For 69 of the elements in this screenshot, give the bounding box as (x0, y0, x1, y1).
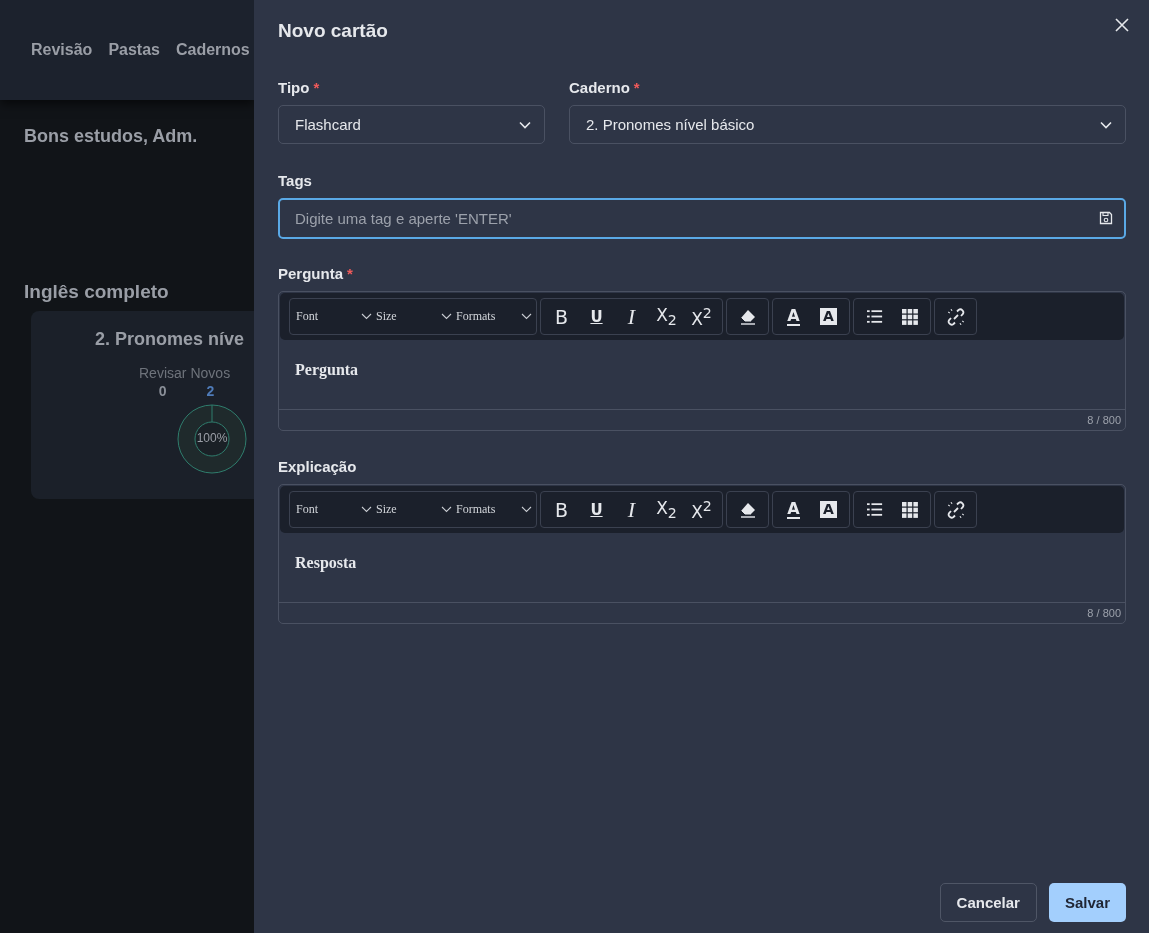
chevron-down-icon (361, 506, 372, 513)
field-label: Tags (278, 172, 312, 189)
field-label: Tipo (278, 79, 310, 96)
cancel-button[interactable]: Cancelar (939, 883, 1037, 922)
toolbar-dropdown[interactable]: Formats (456, 309, 536, 324)
toolbar-dropdown[interactable]: Size (376, 502, 456, 517)
greeting: Bons estudos, Adm. (24, 126, 199, 147)
chevron-down-icon (441, 506, 452, 513)
grid-icon (901, 501, 918, 518)
drawer-title: Novo cartão (278, 20, 388, 42)
highlight-color-button[interactable]: A (811, 494, 846, 525)
eraser-icon (738, 308, 757, 325)
save-button[interactable]: Salvar (1048, 883, 1126, 922)
broken-link-icon (946, 307, 965, 326)
character-counter: 8 / 800 (1087, 414, 1121, 426)
stat-label: Novos (190, 365, 231, 381)
character-counter: 8 / 800 (1087, 607, 1121, 619)
toolbar-dropdown[interactable]: Font (296, 502, 376, 517)
required-mark: * (313, 79, 320, 96)
tag-input-field[interactable]: Digite uma tag e aperte 'ENTER' (278, 198, 1126, 239)
nav-link[interactable]: Cadernos (175, 41, 250, 59)
required-mark: * (633, 79, 640, 96)
notebook-select[interactable]: 2. Pronomes nível básico (569, 105, 1126, 144)
progress-donut (176, 403, 248, 475)
bold-button[interactable]: B (544, 494, 579, 525)
underline-button[interactable]: U (579, 494, 614, 525)
broken-link-icon (946, 500, 965, 519)
toolbar-dropdown[interactable]: Formats (456, 502, 536, 517)
ordered-list-icon (866, 309, 883, 324)
chevron-down-icon (521, 313, 532, 320)
superscript-button[interactable]: X$^{2}$ (684, 301, 719, 332)
eraser-icon (738, 501, 757, 518)
field-label: Explicação (278, 458, 357, 475)
chevron-down-icon (519, 120, 531, 129)
field-label: Caderno (569, 79, 630, 96)
nav-link[interactable]: Revisão (31, 41, 93, 59)
chevron-down-icon (441, 313, 452, 320)
progress-label: 100% (195, 431, 229, 445)
text-color-button[interactable]: A (776, 301, 811, 332)
grid-icon (901, 308, 918, 325)
subscript-button[interactable]: X$_{2}$ (649, 301, 684, 332)
underline-button[interactable]: U (579, 301, 614, 332)
subscript-button[interactable]: X$_{2}$ (649, 494, 684, 525)
text-color-button[interactable]: A (776, 494, 811, 525)
deck-title: 2. Pronomes níve (94, 329, 246, 350)
chevron-down-icon (361, 313, 372, 320)
toolbar-dropdown[interactable]: Font (296, 309, 376, 324)
nav-link[interactable]: Pastas (108, 41, 160, 59)
chevron-down-icon (521, 506, 532, 513)
highlight-color-button[interactable]: A (811, 301, 846, 332)
editor-text[interactable]: Resposta (295, 554, 357, 571)
toolbar-dropdown[interactable]: Size (376, 309, 456, 324)
italic-button[interactable]: I (614, 301, 649, 332)
stat-label: Revisar (139, 365, 187, 381)
type-select[interactable]: Flashcard (278, 105, 545, 144)
editor-text[interactable]: Pergunta (295, 361, 359, 378)
field-label: Pergunta (278, 265, 343, 282)
chevron-down-icon (1100, 120, 1112, 129)
stat-value: 0 (158, 383, 167, 399)
ordered-list-icon (866, 502, 883, 517)
close-icon[interactable] (1115, 18, 1129, 32)
stat-value: 2 (206, 383, 215, 399)
italic-button[interactable]: I (614, 494, 649, 525)
deck-card[interactable]: 2. Pronomes níve Revisar 0 Novos 2 100% (31, 311, 254, 499)
section-title: Inglês completo (24, 281, 170, 303)
required-mark: * (347, 265, 353, 282)
save-icon[interactable] (1099, 211, 1113, 225)
superscript-button[interactable]: X$^{2}$ (684, 494, 719, 525)
bold-button[interactable]: B (544, 301, 579, 332)
